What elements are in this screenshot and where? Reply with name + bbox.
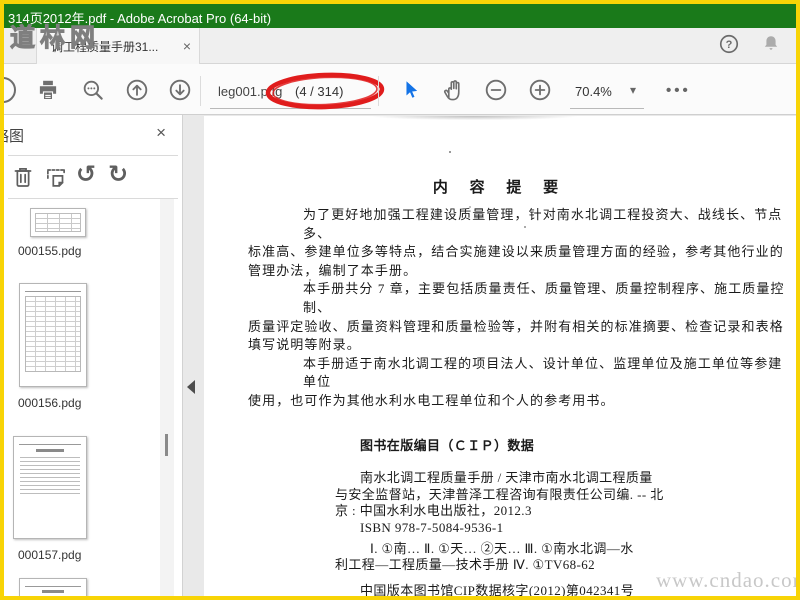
thumbnail-form-preview [25, 289, 81, 292]
title-bar: 314页2012年.pdf - Adobe Acrobat Pro (64-bi… [4, 4, 796, 28]
svg-text:?: ? [726, 39, 733, 51]
search-icon[interactable] [80, 77, 106, 103]
page-indicator: (4 / 314) [295, 84, 344, 99]
document-tab[interactable]: 调工程质量手册31... × [36, 28, 200, 64]
zoom-level-value[interactable]: 70.4% [575, 84, 612, 99]
window-title: 314页2012年.pdf - Adobe Acrobat Pro (64-bi… [8, 11, 272, 26]
tab-close-icon[interactable]: × [183, 38, 191, 54]
thumbnail-label[interactable]: 000156.pdg [18, 396, 81, 410]
text-line: 南水北调工程质量手册 / 天津市南水北调工程质量 [360, 470, 653, 486]
scan-specks [449, 151, 451, 153]
page-filename-field[interactable]: leg001.pdg [218, 84, 282, 99]
summary-paragraphs: 为了更好地加强工程建设质量管理，针对南水北调工程投资大、战线长、节点多、 标准高… [248, 206, 792, 411]
panel-close-icon[interactable]: × [156, 123, 166, 143]
thumbnails-panel: 略图 × ↺ ↻ 000155.pdg [4, 115, 183, 596]
cip-data-block: 图书在版编目（ＣＩＰ）数据 南水北调工程质量手册 / 天津市南水北调工程质量 与… [335, 438, 664, 596]
zoom-dropdown-caret-icon[interactable]: ▾ [630, 83, 636, 97]
print-icon[interactable] [35, 77, 61, 103]
collapse-panel-icon[interactable] [187, 380, 195, 394]
sidebar-scrollbar-thumb[interactable] [165, 434, 168, 456]
next-page-icon[interactable] [167, 77, 193, 103]
page-field-underline [210, 108, 371, 109]
thumbnail-table-preview [35, 213, 81, 232]
tab-bar: 调工程质量手册31... × ? [4, 28, 796, 64]
cip-number-line: 中国版本图书馆CIP数据核字(2012)第042341号 [360, 582, 635, 596]
thumbnail-label[interactable]: 000155.pdg [18, 244, 81, 258]
zoom-field-underline [570, 108, 644, 109]
sidebar-scrollbar[interactable] [160, 199, 174, 596]
select-tool-icon[interactable] [398, 77, 424, 103]
cip-heading: 图书在版编目（ＣＩＰ）数据 [360, 438, 535, 453]
text-line: 质量评定验收、质量资料管理和质量检验等，并附有相关的标准摘要、检查记录和表格 [248, 318, 784, 334]
site-watermark: www.cndao.com [656, 568, 796, 592]
app-window: 314页2012年.pdf - Adobe Acrobat Pro (64-bi… [0, 0, 800, 600]
thumbnail-label[interactable]: 000157.pdg [18, 548, 81, 562]
text-line: Ⅰ. ①南… Ⅱ. ①天… ②天… Ⅲ. ①南水北调—水 [370, 541, 634, 557]
content-summary-heading: 内 容 提 要 [432, 180, 568, 196]
crop-page-icon[interactable] [43, 164, 69, 190]
help-icon[interactable]: ? [718, 33, 740, 60]
previous-page-icon[interactable] [124, 77, 150, 103]
redo-icon[interactable]: ↻ [108, 162, 134, 188]
isbn-line: ISBN 978-7-5084-9536-1 [360, 519, 504, 535]
undo-icon[interactable]: ↺ [76, 162, 102, 188]
zoom-out-icon[interactable] [483, 77, 509, 103]
notifications-bell-icon[interactable] [760, 33, 782, 60]
panel-title: 略图 [4, 128, 25, 145]
clipped-tool-icon[interactable] [4, 77, 16, 103]
text-line: 为了更好地加强工程建设质量管理，针对南水北调工程投资大、战线长、节点多、 [303, 207, 783, 241]
zoom-in-icon[interactable] [527, 77, 553, 103]
text-line: 管理办法，编制了本手册。 [248, 262, 418, 278]
toolbar: leg001.pdg (4 / 314) 70.4% ▾ ••• [4, 64, 796, 115]
pdf-page: 内 容 提 要 为了更好地加强工程建设质量管理，针对南水北调工程投资大、战线长、… [204, 116, 796, 596]
text-line: 填写说明等附录。 [248, 337, 361, 353]
page-thumbnail-000156[interactable] [19, 283, 87, 387]
thumbnail-list: 000155.pdg 000156.pdg 000157.pdg [4, 199, 182, 596]
scan-shadow [324, 116, 624, 124]
text-line: 使用，也可作为其他水利水电工程单位和个人的参考用书。 [248, 392, 615, 408]
text-line: 利工程—工程质量—技术手册 Ⅳ. ①TV68-62 [335, 557, 596, 573]
more-tools-icon[interactable]: ••• [666, 82, 691, 99]
page-thumbnail-000157[interactable] [13, 436, 87, 539]
text-line: 本手册适于南水北调工程的项目法人、设计单位、监理单位及施工单位等参建单位 [303, 355, 783, 390]
document-tab-label: 调工程质量手册31... [51, 39, 159, 54]
text-line: 标准高、参建单位多等特点，结合实施建设以来质量管理方面的经验，参考其他行业的 [248, 244, 784, 260]
page-thumbnail-000155[interactable] [30, 208, 86, 237]
thumbnail-text-preview [19, 442, 81, 445]
text-line: 京 : 中国水利水电出版社，2012.3 [335, 503, 532, 519]
text-line: 本手册共分 7 章，主要包括质量责任、质量管理、质量控制程序、施工质量控制、 [303, 281, 785, 315]
page-thumbnail-partial[interactable] [19, 578, 87, 596]
delete-pages-icon[interactable] [10, 164, 36, 190]
document-viewer: 内 容 提 要 为了更好地加强工程建设质量管理，针对南水北调工程投资大、战线长、… [184, 115, 796, 596]
hand-tool-icon[interactable] [441, 77, 467, 103]
text-line: 与安全监督站，天津普泽工程咨询有限责任公司编. -- 北 [335, 486, 664, 502]
